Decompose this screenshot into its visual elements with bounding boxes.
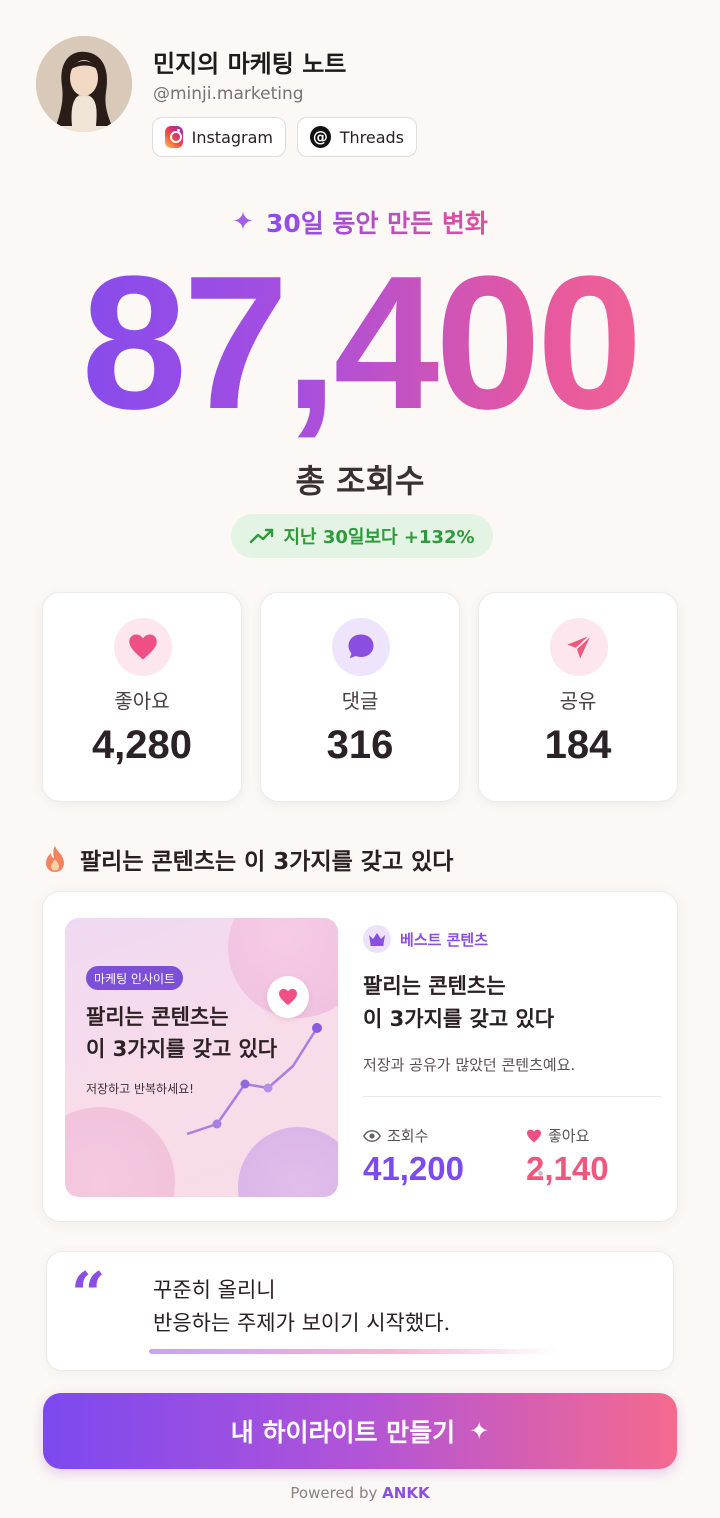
chat-bubble-icon <box>332 618 390 676</box>
stat-label: 댓글 <box>341 689 379 713</box>
create-highlight-label: 내 하이라이트 만들기 <box>230 1418 456 1447</box>
powered-prefix: Powered by <box>290 1484 378 1502</box>
thumbnail-title: 팔리는 콘텐츠는 이 3가지를 갖고 있다 <box>86 1005 278 1061</box>
stat-label: 공유 <box>559 689 597 713</box>
profile-handle: @minji.marketing <box>153 84 304 104</box>
stat-card-comments: 댓글 316 <box>260 592 460 802</box>
create-highlight-button[interactable]: 내 하이라이트 만들기 ✦ <box>43 1393 677 1469</box>
total-views-label: 총 조회수 <box>295 462 425 500</box>
quote-text: 꾸준히 올리니 반응하는 주제가 보이기 시작했다. <box>153 1278 451 1335</box>
instagram-chip[interactable]: Instagram <box>152 117 286 157</box>
powered-by-footer: Powered by ANKK <box>0 1484 720 1502</box>
total-views-number: 87,400 <box>0 248 720 438</box>
heart-icon <box>527 1129 541 1142</box>
sparkle-icon: ✦ <box>232 207 254 237</box>
paper-plane-icon <box>550 618 608 676</box>
fire-icon <box>46 846 64 872</box>
profile-name: 민지의 마케팅 노트 <box>153 50 347 78</box>
threads-label: Threads <box>339 127 404 147</box>
stat-value: 184 <box>544 723 612 767</box>
sparkle-icon: ✦ <box>469 1417 490 1445</box>
thumbnail-subtitle: 저장하고 반복하세요! <box>86 1082 194 1096</box>
crown-icon <box>363 925 391 953</box>
eye-icon <box>363 1129 381 1142</box>
growth-text: 지난 30일보다 +132% <box>283 527 475 548</box>
trending-up-icon <box>250 528 274 544</box>
best-content-description: 저장과 공유가 많았던 콘텐츠예요. <box>363 1056 576 1074</box>
stat-value: 4,280 <box>91 723 193 767</box>
stat-card-likes: 좋아요 4,280 <box>42 592 242 802</box>
stat-card-shares: 공유 184 <box>478 592 678 802</box>
heart-icon <box>114 618 172 676</box>
likes-metric-label: 좋아요 <box>526 1125 589 1146</box>
growth-badge: 지난 30일보다 +132% <box>231 514 493 558</box>
stat-label: 좋아요 <box>114 689 170 713</box>
profile-avatar <box>36 36 132 132</box>
likes-label-text: 좋아요 <box>548 1127 590 1145</box>
best-content-card[interactable]: 마케팅 인사이트 팔리는 콘텐츠는 이 3가지를 갖고 있다 저장하고 반복하세… <box>42 891 678 1222</box>
content-thumbnail[interactable]: 마케팅 인사이트 팔리는 콘텐츠는 이 3가지를 갖고 있다 저장하고 반복하세… <box>65 918 338 1197</box>
views-metric-label: 조회수 <box>363 1125 428 1146</box>
quote-underline <box>149 1349 559 1354</box>
divider <box>363 1096 661 1097</box>
best-section-title: 팔리는 콘텐츠는 이 3가지를 갖고 있다 <box>44 842 453 876</box>
best-section-title-text: 팔리는 콘텐츠는 이 3가지를 갖고 있다 <box>80 849 454 875</box>
views-label-text: 조회수 <box>387 1127 429 1145</box>
threads-chip[interactable]: @ Threads <box>297 117 417 157</box>
period-text: 30일 동안 만든 변화 <box>266 204 488 240</box>
period-header: ✦ 30일 동안 만든 변화 <box>0 204 720 240</box>
quote-mark-icon: “ <box>71 1260 106 1330</box>
best-badge-label: 베스트 콘텐츠 <box>400 930 489 949</box>
quote-card: “ 꾸준히 올리니 반응하는 주제가 보이기 시작했다. <box>46 1251 674 1371</box>
stat-value: 316 <box>326 723 394 767</box>
likes-metric-value: 2,140 <box>526 1150 609 1187</box>
threads-icon: @ <box>310 126 331 148</box>
brand-name: ANKK <box>382 1484 430 1502</box>
instagram-label: Instagram <box>191 127 273 147</box>
heart-bubble-icon <box>267 976 309 1018</box>
instagram-icon <box>165 126 183 148</box>
best-content-title: 팔리는 콘텐츠는 이 3가지를 갖고 있다 <box>363 974 555 1031</box>
views-metric-value: 41,200 <box>363 1150 464 1187</box>
thumbnail-tag: 마케팅 인사이트 <box>86 966 184 990</box>
best-badge: 베스트 콘텐츠 <box>363 925 488 953</box>
